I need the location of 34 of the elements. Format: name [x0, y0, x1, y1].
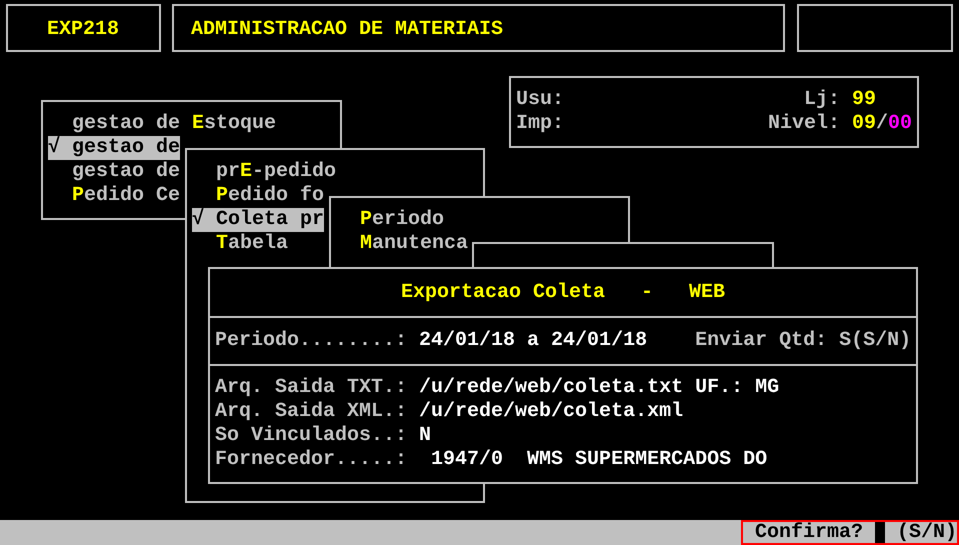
menu-item[interactable]: prE-pedido: [192, 160, 336, 184]
printer-label: Imp:: [516, 112, 564, 136]
field-label: Arq. Saida XML.:: [215, 400, 408, 424]
field-value[interactable]: 1947/0 WMS SUPERMERCADOS DO: [419, 448, 768, 472]
field-value[interactable]: /u/rede/web/coleta.txt: [419, 376, 684, 400]
qty-value: S(S/N): [839, 329, 912, 353]
confirm-options[interactable]: (S/N): [896, 520, 957, 544]
confirm-prompt: Confirma?: [755, 520, 864, 544]
user-label: Usu:: [516, 88, 564, 112]
store-info: Lj: 99: [804, 88, 877, 112]
field-value[interactable]: /u/rede/web/coleta.xml: [419, 400, 684, 424]
field-label: Fornecedor.....:: [215, 448, 408, 472]
field-label: Arq. Saida TXT.:: [215, 376, 408, 400]
menu-item[interactable]: gestao de Estoque: [48, 112, 276, 136]
qty-label: Enviar Qtd:: [695, 329, 828, 353]
menu-item[interactable]: √ gestao de: [48, 136, 180, 160]
menu-item[interactable]: √ Coleta pr: [192, 208, 324, 232]
menu-item[interactable]: Manutenca: [336, 232, 468, 256]
cursor-block-icon: [875, 522, 885, 543]
menu-item[interactable]: Tabela: [192, 232, 288, 256]
system-title: ADMINISTRACAO DE MATERIAIS: [191, 18, 504, 42]
field-label: UF.:: [695, 376, 744, 400]
field-label: So Vinculados..:: [215, 424, 408, 448]
level-info: Nivel: 09/00: [768, 112, 912, 136]
menu-item[interactable]: Pedido Ce: [48, 184, 180, 208]
field-value[interactable]: MG: [755, 376, 780, 400]
dialog-title: Exportacao Coleta - WEB: [400, 280, 726, 304]
menu-item[interactable]: Periodo: [336, 208, 444, 232]
program-code: EXP218: [47, 18, 120, 42]
menu-item[interactable]: Pedido fo: [192, 184, 324, 208]
date-range-value: 24/01/18 a 24/01/18: [419, 329, 648, 353]
menu-item[interactable]: gestao de: [48, 160, 180, 184]
field-value[interactable]: N: [419, 424, 432, 448]
field-label: Periodo........:: [215, 329, 408, 353]
